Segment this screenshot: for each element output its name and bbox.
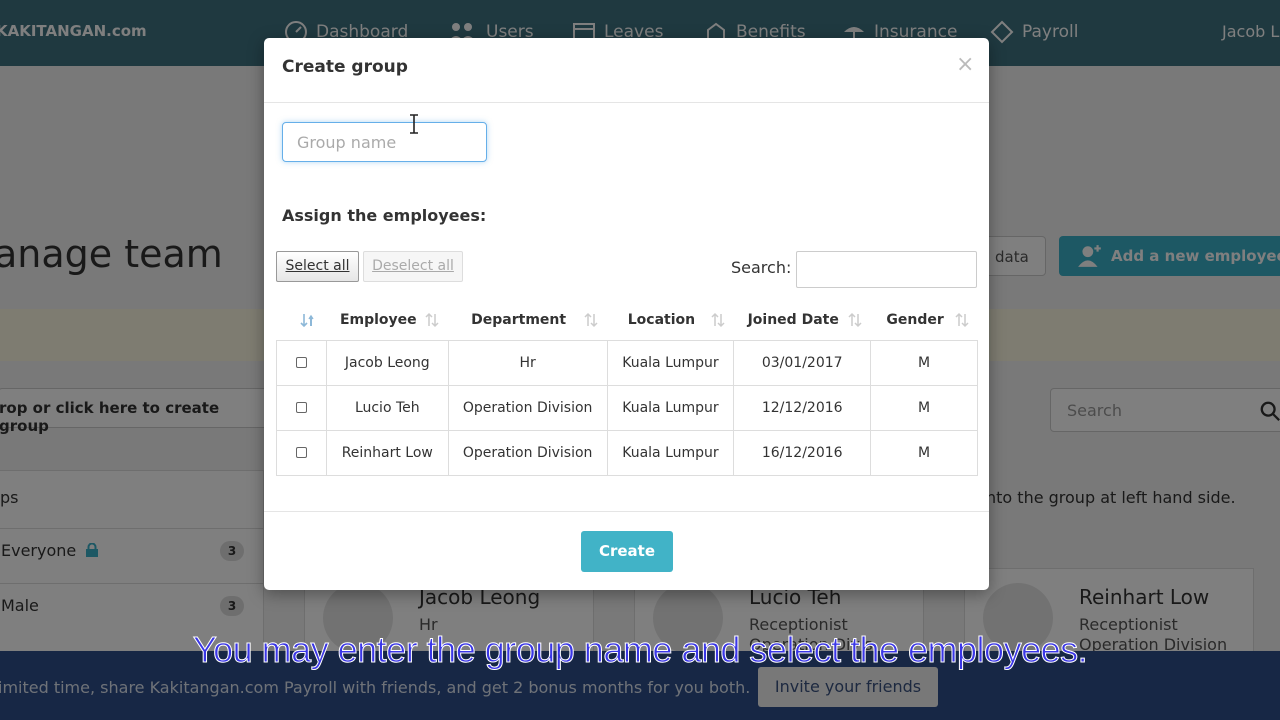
sort-icon [954, 312, 969, 328]
cell-joined-date: 12/12/2016 [733, 384, 872, 431]
column-header-label: Location [627, 311, 696, 328]
sort-icon [711, 312, 725, 328]
video-subtitle: You may enter the group name and select … [192, 629, 1088, 671]
cell-joined-date: 03/01/2017 [733, 339, 872, 386]
column-header-gender[interactable]: Gender [871, 300, 978, 340]
cell-department: Operation Division [447, 384, 608, 431]
column-header-location[interactable]: Location [607, 300, 734, 340]
text-cursor-icon [410, 114, 418, 134]
row-select-cell [276, 429, 327, 476]
cell-department: Operation Division [447, 429, 608, 476]
cell-employee: Reinhart Low [325, 429, 449, 476]
create-button[interactable]: Create [581, 531, 673, 572]
column-header-employee[interactable]: Employee [326, 300, 448, 340]
row-checkbox[interactable] [295, 357, 307, 368]
employee-table: Employee Department Location Joined Date… [276, 300, 978, 476]
row-checkbox[interactable] [295, 447, 307, 458]
row-select-cell [276, 384, 327, 431]
column-header-joined-date[interactable]: Joined Date [734, 300, 871, 340]
column-header-label: Joined Date [747, 311, 839, 328]
sort-icon [848, 312, 862, 328]
cell-gender: M [870, 384, 978, 431]
group-name-input[interactable] [282, 122, 487, 162]
column-header-department[interactable]: Department [448, 300, 607, 340]
cell-location: Kuala Lumpur [606, 429, 735, 476]
table-header-row: Employee Department Location Joined Date… [277, 300, 978, 340]
row-select-cell [276, 339, 327, 386]
modal-title: Create group [282, 57, 408, 77]
cell-joined-date: 16/12/2016 [733, 429, 872, 476]
cell-gender: M [870, 429, 978, 476]
cell-department: Hr [447, 339, 608, 386]
column-header-label: Department [471, 311, 567, 328]
close-icon[interactable]: × [956, 54, 974, 76]
sort-asc-icon [300, 314, 314, 328]
cell-location: Kuala Lumpur [606, 384, 735, 431]
create-group-modal: Create group × Assign the employees: Sel… [264, 38, 989, 590]
cell-location: Kuala Lumpur [606, 339, 735, 386]
row-checkbox[interactable] [295, 402, 307, 413]
sort-icon [425, 312, 439, 328]
assign-employees-label: Assign the employees: [282, 206, 487, 225]
column-header-label: Gender [886, 311, 944, 328]
sort-icon [584, 312, 598, 328]
table-row[interactable]: Jacob Leong Hr Kuala Lumpur 03/01/2017 M [276, 339, 978, 386]
table-search-input[interactable] [796, 251, 977, 288]
cell-employee: Jacob Leong [325, 339, 449, 386]
column-header-select[interactable] [277, 300, 327, 340]
table-search-label: Search: [731, 258, 792, 277]
table-row[interactable]: Lucio Teh Operation Division Kuala Lumpu… [276, 384, 978, 431]
deselect-all-button[interactable]: Deselect all [363, 251, 463, 282]
cell-gender: M [870, 339, 978, 386]
column-header-label: Employee [339, 311, 417, 328]
table-row[interactable]: Reinhart Low Operation Division Kuala Lu… [276, 429, 978, 476]
cell-employee: Lucio Teh [325, 384, 449, 431]
select-all-button[interactable]: Select all [276, 251, 359, 282]
divider [264, 511, 989, 512]
divider [264, 102, 989, 103]
